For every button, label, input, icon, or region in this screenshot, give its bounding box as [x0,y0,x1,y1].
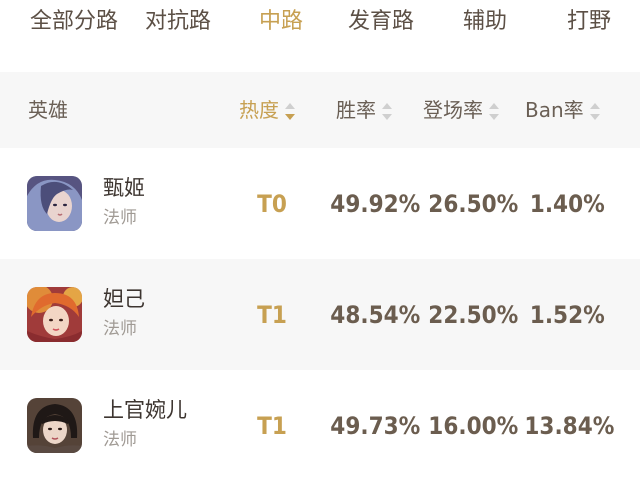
table-header: 英雄 热度 胜率 登场率 Ban率 [0,72,640,148]
sort-icon [489,101,499,123]
tab-jungle[interactable]: 打野 [567,8,611,36]
header-win-label: 胜率 [336,98,376,122]
win-rate: 49.73% [330,412,421,440]
header-heat-label: 热度 [239,98,279,122]
tab-support[interactable]: 辅助 [463,8,507,36]
ban-rate: 1.52% [529,301,605,329]
tab-top-lane[interactable]: 对抗路 [145,8,211,36]
header-heat-sort[interactable]: 热度 [239,96,295,124]
header-ban-sort[interactable]: Ban率 [525,96,600,124]
lane-tabs: 全部分路 对抗路 中路 发育路 辅助 打野 [0,0,640,44]
sort-icon [382,101,392,123]
header-pick-sort[interactable]: 登场率 [423,96,499,124]
tier-badge: T1 [257,412,287,440]
tier-badge: T1 [257,301,287,329]
header-win-sort[interactable]: 胜率 [336,96,392,124]
spacer [0,44,640,72]
pick-rate: 16.00% [428,412,519,440]
shangguan-avatar-icon [27,398,82,453]
daji-avatar-icon [27,287,82,342]
tier-badge: T0 [257,190,287,218]
hero-name: 甄姬 [103,176,145,200]
zhenji-avatar-icon [27,176,82,231]
hero-name: 妲己 [103,287,145,311]
tab-bot-lane[interactable]: 发育路 [348,8,414,36]
pick-rate: 26.50% [428,190,519,218]
hero-role: 法师 [103,319,137,339]
hero-name: 上官婉儿 [103,398,187,422]
ban-rate: 13.84% [524,412,615,440]
header-pick-label: 登场率 [423,98,483,122]
table-row[interactable]: 甄姬 法师 T0 49.92% 26.50% 1.40% [0,148,640,259]
sort-desc-icon [285,101,295,123]
pick-rate: 22.50% [428,301,519,329]
hero-role: 法师 [103,208,137,228]
win-rate: 48.54% [330,301,421,329]
tab-mid-lane[interactable]: 中路 [259,8,303,36]
win-rate: 49.92% [330,190,421,218]
header-ban-label: Ban率 [525,98,584,122]
ban-rate: 1.40% [529,190,605,218]
header-hero: 英雄 [28,98,68,122]
table-row[interactable]: 上官婉儿 法师 T1 49.73% 16.00% 13.84% [0,370,640,488]
sort-icon [589,101,600,123]
tab-all-lanes[interactable]: 全部分路 [30,8,118,36]
table-row[interactable]: 妲己 法师 T1 48.54% 22.50% 1.52% [0,259,640,370]
hero-role: 法师 [103,430,137,450]
